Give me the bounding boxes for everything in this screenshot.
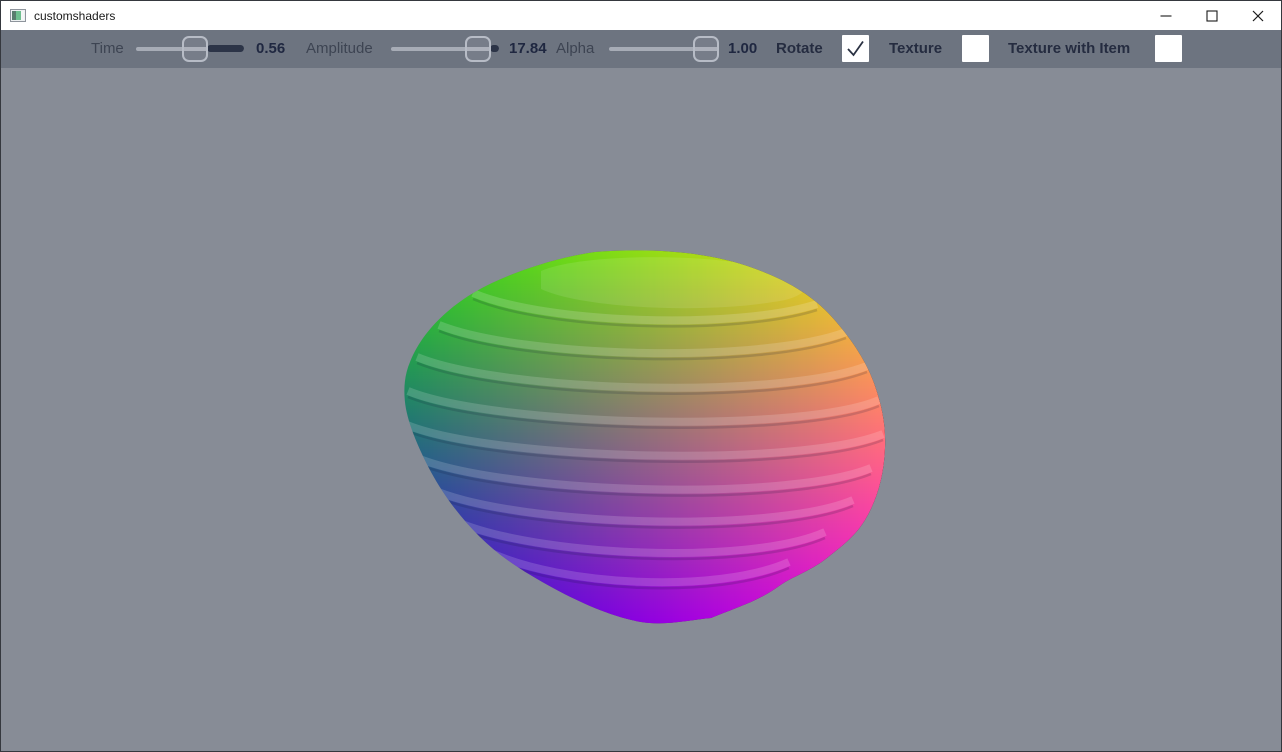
app-window: customshaders Time 0.56 Amplitud	[0, 0, 1282, 752]
texture-with-item-checkbox[interactable]	[1155, 35, 1182, 62]
time-slider-track-remainder[interactable]	[207, 45, 244, 52]
window-title: customshaders	[34, 9, 115, 23]
wobble-sphere-rendering	[1, 68, 1281, 751]
minimize-button[interactable]	[1143, 1, 1189, 30]
time-slider[interactable]	[136, 30, 244, 68]
alpha-slider-handle[interactable]	[693, 36, 719, 62]
shader-viewport	[1, 68, 1281, 751]
time-slider-handle[interactable]	[182, 36, 208, 62]
amplitude-slider-track-remainder[interactable]	[490, 45, 499, 52]
checkmark-icon	[842, 35, 869, 62]
amplitude-slider-label: Amplitude	[306, 30, 373, 68]
alpha-slider-label: Alpha	[556, 30, 594, 68]
maximize-icon	[1206, 10, 1218, 22]
time-slider-value: 0.56	[256, 30, 285, 68]
alpha-slider-value: 1.00	[728, 30, 757, 68]
minimize-icon	[1160, 10, 1172, 22]
texture-checkbox-label: Texture	[889, 30, 942, 68]
rotate-checkbox-label: Rotate	[776, 30, 823, 68]
texture-with-item-checkbox-label: Texture with Item	[1008, 30, 1130, 68]
amplitude-slider-value: 17.84	[509, 30, 547, 68]
amplitude-slider[interactable]	[391, 30, 499, 68]
toolbar: Time 0.56 Amplitude 17.84 Alpha 1.00 Rot…	[1, 30, 1281, 68]
alpha-slider[interactable]	[609, 30, 719, 68]
app-window-icon	[10, 9, 26, 22]
time-slider-label: Time	[91, 30, 124, 68]
amplitude-slider-handle[interactable]	[465, 36, 491, 62]
close-icon	[1252, 10, 1264, 22]
close-button[interactable]	[1235, 1, 1281, 30]
texture-checkbox[interactable]	[962, 35, 989, 62]
titlebar: customshaders	[1, 1, 1281, 30]
rotate-checkbox[interactable]	[842, 35, 869, 62]
maximize-button[interactable]	[1189, 1, 1235, 30]
